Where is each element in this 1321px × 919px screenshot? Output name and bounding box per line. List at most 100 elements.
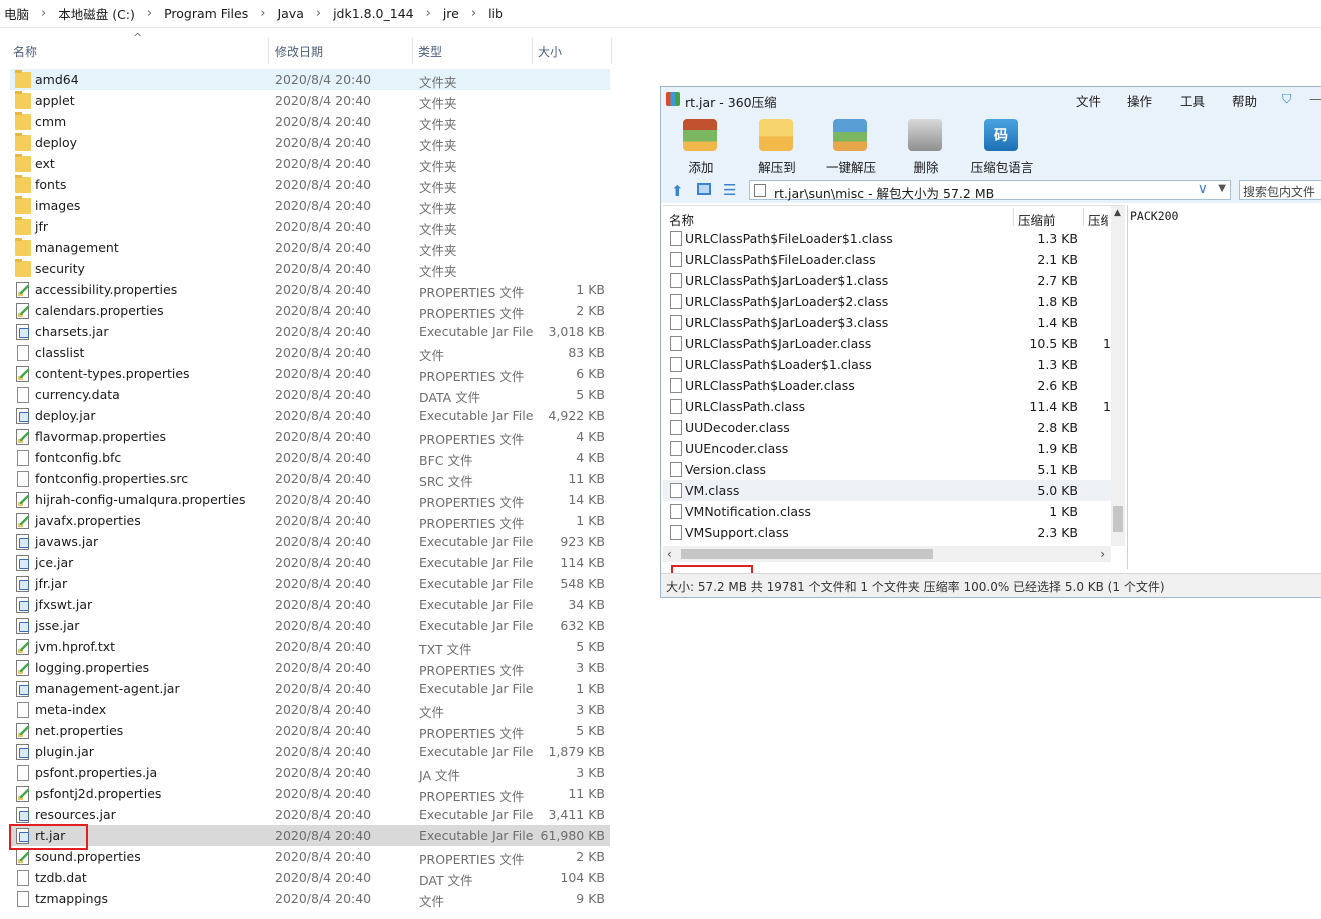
column-header-type[interactable]: 类型 <box>405 38 533 64</box>
title-bar[interactable]: rt.jar - 360压缩 文件 操作 工具 帮助 ⛉ — <box>661 87 1321 111</box>
file-row[interactable]: resources.jar 2020/8/4 20:40 Executable Ja… <box>10 804 610 825</box>
archive-row[interactable]: URLClassPath$JarLoader$3.class 1.4 KB <box>663 312 1111 333</box>
horizontal-scrollbar[interactable]: ‹ › <box>663 546 1111 562</box>
extract-to-button[interactable]: 解压到 <box>745 115 809 175</box>
archive-row[interactable]: URLClassPath$Loader$1.class 1.3 KB <box>663 354 1111 375</box>
archive-row[interactable]: UUDecoder.class 2.8 KB <box>663 417 1111 438</box>
file-row[interactable]: charsets.jar 2020/8/4 20:40 Executable Jar… <box>10 321 610 342</box>
file-row[interactable]: sound.properties 2020/8/4 20:40 PROPERTIES… <box>10 846 610 867</box>
file-row[interactable]: tzdb.dat 2020/8/4 20:40 DAT 文件 104 KB <box>10 867 610 888</box>
file-row[interactable]: psfont.properties.ja 2020/8/4 20:40 JA 文件 3… <box>10 762 610 783</box>
file-row[interactable]: jce.jar 2020/8/4 20:40 Executable Jar File… <box>10 552 610 573</box>
vertical-scrollbar[interactable]: ▲ <box>1111 206 1125 546</box>
file-row[interactable]: jvm.hprof.txt 2020/8/4 20:40 TXT 文件 5 KB <box>10 636 610 657</box>
archive-row[interactable]: URLClassPath$FileLoader$1.class 1.3 KB <box>663 228 1111 249</box>
scroll-left-icon[interactable]: ‹ <box>667 547 672 561</box>
archive-row[interactable]: URLClassPath$JarLoader$2.class 1.8 KB <box>663 291 1111 312</box>
add-button[interactable]: 添加 <box>669 115 733 175</box>
breadcrumb-item[interactable]: jdk1.8.0_144 <box>329 0 418 28</box>
dropdown-arrow-icon[interactable]: ▼ <box>1218 183 1226 194</box>
column-header-name[interactable]: 名称 <box>669 210 694 229</box>
file-row[interactable]: content-types.properties 2020/8/4 20:40 PR… <box>10 363 610 384</box>
archive-language-button[interactable]: 码 压缩包语言 <box>970 115 1034 175</box>
scroll-thumb[interactable] <box>681 549 933 559</box>
one-click-extract-button[interactable]: 一键解压 <box>819 115 883 175</box>
file-size: 83 KB <box>568 345 605 360</box>
file-name: management <box>35 240 119 255</box>
file-row[interactable]: logging.properties 2020/8/4 20:40 PROPERTI… <box>10 657 610 678</box>
file-row[interactable]: deploy.jar 2020/8/4 20:40 Executable Jar F… <box>10 405 610 426</box>
menu-operation[interactable]: 操作 <box>1127 91 1152 110</box>
archive-row[interactable]: VMNotification.class 1 KB <box>663 501 1111 522</box>
archive-row[interactable]: URLClassPath$JarLoader.class 10.5 KB 1 <box>663 333 1111 354</box>
archive-row[interactable]: URLClassPath$JarLoader$1.class 2.7 KB <box>663 270 1111 291</box>
file-row[interactable]: amd64 2020/8/4 20:40 文件夹 <box>10 69 610 90</box>
file-row[interactable]: javaws.jar 2020/8/4 20:40 Executable Jar F… <box>10 531 610 552</box>
column-divider[interactable] <box>611 38 612 64</box>
file-row[interactable]: images 2020/8/4 20:40 文件夹 <box>10 195 610 216</box>
archive-row[interactable]: VM.class 5.0 KB <box>663 480 1111 501</box>
column-header-date[interactable]: 修改日期 <box>262 38 412 64</box>
file-row[interactable]: ext 2020/8/4 20:40 文件夹 <box>10 153 610 174</box>
file-row[interactable]: fontconfig.bfc 2020/8/4 20:40 BFC 文件 4 KB <box>10 447 610 468</box>
column-header-size[interactable]: 大小 <box>525 38 610 64</box>
column-header-after[interactable]: 压缩 <box>1088 210 1108 229</box>
column-header-name[interactable]: 名称 <box>0 38 268 64</box>
file-row[interactable]: plugin.jar 2020/8/4 20:40 Executable Jar F… <box>10 741 610 762</box>
file-row[interactable]: security 2020/8/4 20:40 文件夹 <box>10 258 610 279</box>
file-row[interactable]: psfontj2d.properties 2020/8/4 20:40 PROPER… <box>10 783 610 804</box>
menu-help[interactable]: 帮助 <box>1232 91 1257 110</box>
archive-row[interactable]: URLClassPath.class 11.4 KB 1 <box>663 396 1111 417</box>
breadcrumb-item[interactable]: Program Files <box>160 0 252 28</box>
up-arrow-icon[interactable]: ⬆ <box>671 182 684 200</box>
file-row[interactable]: jfr.jar 2020/8/4 20:40 Executable Jar File… <box>10 573 610 594</box>
file-row[interactable]: accessibility.properties 2020/8/4 20:40 PR… <box>10 279 610 300</box>
file-row[interactable]: calendars.properties 2020/8/4 20:40 PROPER… <box>10 300 610 321</box>
file-row[interactable]: applet 2020/8/4 20:40 文件夹 <box>10 90 610 111</box>
breadcrumb-item[interactable]: lib <box>484 0 507 28</box>
scroll-up-icon[interactable]: ▲ <box>1114 208 1121 218</box>
file-row[interactable]: rt.jar 2020/8/4 20:40 Executable Jar File 6… <box>10 825 610 846</box>
menu-file[interactable]: 文件 <box>1076 91 1101 110</box>
file-row[interactable]: hijrah-config-umalqura.properties 2020/8/… <box>10 489 610 510</box>
file-row[interactable]: flavormap.properties 2020/8/4 20:40 PROPER… <box>10 426 610 447</box>
archive-row[interactable]: VMSupport.class 2.3 KB <box>663 522 1111 543</box>
file-row[interactable]: classlist 2020/8/4 20:40 文件 83 KB <box>10 342 610 363</box>
delete-button[interactable]: 删除 <box>894 115 958 175</box>
file-row[interactable]: net.properties 2020/8/4 20:40 PROPERTIES 文… <box>10 720 610 741</box>
file-row[interactable]: tzmappings 2020/8/4 20:40 文件 9 KB <box>10 888 610 909</box>
scroll-right-icon[interactable]: › <box>1100 547 1105 561</box>
breadcrumb-item[interactable]: 本地磁盘 (C:) <box>54 0 139 28</box>
search-input[interactable]: 搜索包内文件 <box>1239 180 1321 200</box>
file-row[interactable]: deploy 2020/8/4 20:40 文件夹 <box>10 132 610 153</box>
shirt-skin-icon[interactable]: ⛉ <box>1282 91 1291 107</box>
scroll-thumb[interactable] <box>1113 506 1123 532</box>
file-row[interactable]: fonts 2020/8/4 20:40 文件夹 <box>10 174 610 195</box>
archive-row[interactable]: UUEncoder.class 1.9 KB <box>663 438 1111 459</box>
file-row[interactable]: management 2020/8/4 20:40 文件夹 <box>10 237 610 258</box>
menu-tools[interactable]: 工具 <box>1180 91 1205 110</box>
file-row[interactable]: javafx.properties 2020/8/4 20:40 PROPERTIE… <box>10 510 610 531</box>
file-row[interactable]: jfxswt.jar 2020/8/4 20:40 Executable Jar F… <box>10 594 610 615</box>
breadcrumb-item[interactable]: 电脑 <box>0 0 33 28</box>
file-row[interactable]: management-agent.jar 2020/8/4 20:40 Execut… <box>10 678 610 699</box>
view-list-icon[interactable]: ☰ <box>723 181 736 199</box>
minimize-icon[interactable]: — <box>1309 91 1321 106</box>
archive-row[interactable]: Version.class 5.1 KB <box>663 459 1111 480</box>
file-row[interactable]: cmm 2020/8/4 20:40 文件夹 <box>10 111 610 132</box>
file-row[interactable]: fontconfig.properties.src 2020/8/4 20:40 S… <box>10 468 610 489</box>
breadcrumb-item[interactable]: Java <box>273 0 307 28</box>
file-row[interactable]: currency.data 2020/8/4 20:40 DATA 文件 5 KB <box>10 384 610 405</box>
address-field[interactable]: rt.jar\sun\misc - 解包大小为 57.2 MB ∨ ▼ <box>749 180 1231 201</box>
breadcrumb-item[interactable]: jre <box>439 0 463 28</box>
file-row[interactable]: meta-index 2020/8/4 20:40 文件 3 KB <box>10 699 610 720</box>
file-type: BFC 文件 <box>419 453 473 468</box>
file-row[interactable]: jfr 2020/8/4 20:40 文件夹 <box>10 216 610 237</box>
file-row[interactable]: jsse.jar 2020/8/4 20:40 Executable Jar Fil… <box>10 615 610 636</box>
column-divider[interactable] <box>1013 208 1014 226</box>
view-thumbnail-icon[interactable] <box>697 183 711 195</box>
archive-row[interactable]: URLClassPath$FileLoader.class 2.1 KB <box>663 249 1111 270</box>
column-header-before[interactable]: 压缩前 <box>1018 210 1056 229</box>
column-divider[interactable] <box>1083 208 1084 226</box>
archive-row[interactable]: URLClassPath$Loader.class 2.6 KB <box>663 375 1111 396</box>
